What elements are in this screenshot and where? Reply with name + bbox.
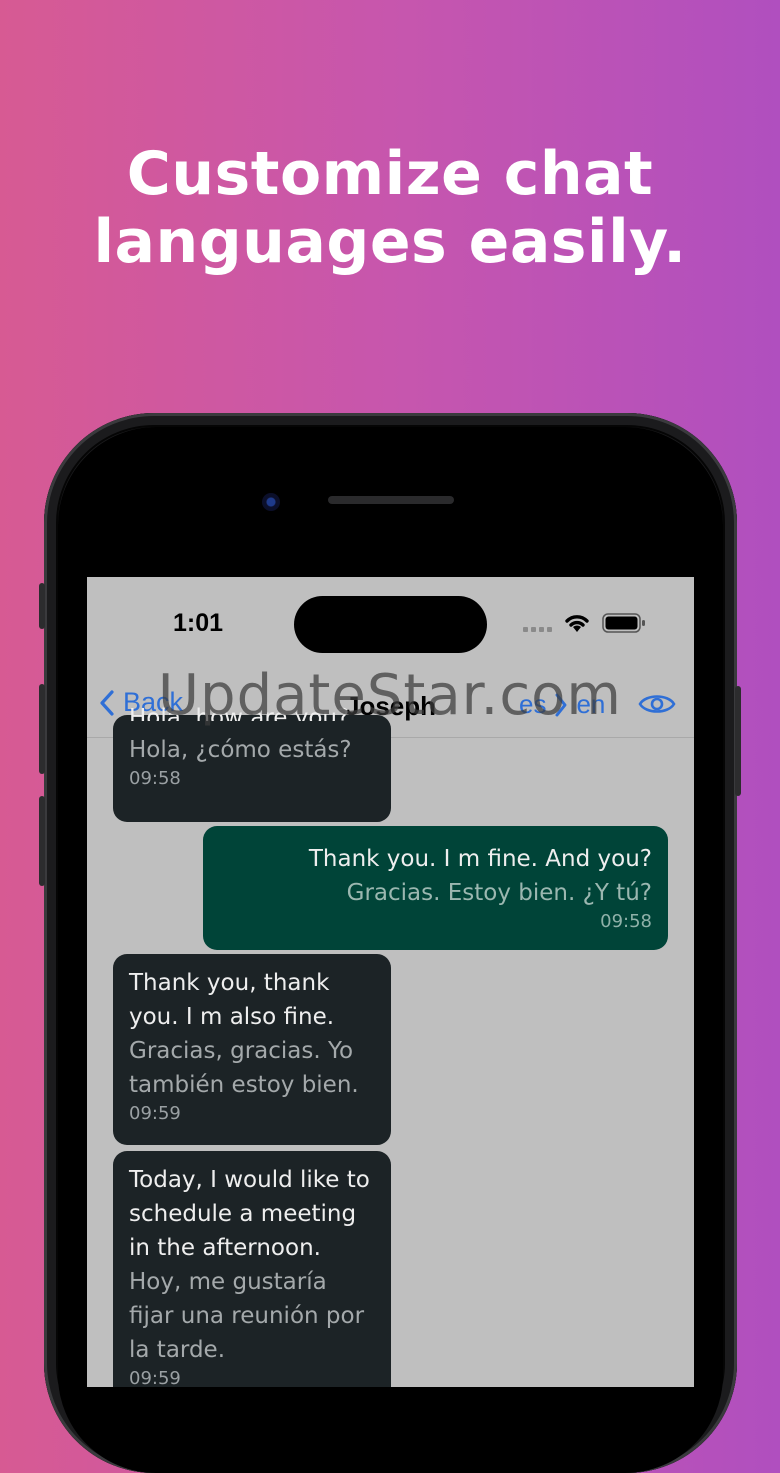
headline: Customize chat languages easily. [0,140,780,276]
chevron-right-icon [555,693,567,716]
cellular-signal-icon [523,627,552,632]
side-button-volume-up [39,684,45,774]
message-translated-text: Gracias. Estoy bien. ¿Y tú? [346,880,652,906]
message-timestamp: 09:59 [129,1103,181,1124]
earpiece-speaker [328,496,454,504]
message-outgoing[interactable]: Thank you. I m fine. And you? Gracias. E… [203,826,668,950]
message-timestamp: 09:58 [600,911,652,932]
status-time: 1:01 [173,609,224,637]
source-language[interactable]: es [519,689,546,720]
language-switch[interactable]: es en [519,689,605,720]
chat-screen: 1:01 Back Joseph es en Hola, how are you… [87,577,694,1387]
message-translated-text: Hoy, me gustaría fijar una reunión por l… [129,1269,365,1363]
side-button-mute [39,583,45,629]
message-timestamp: 09:59 [129,1368,181,1387]
side-button-volume-down [39,796,45,886]
battery-icon [602,613,645,633]
message-original-text: Thank you, thank you. I m also fine. [129,970,335,1030]
headline-line-1: Customize chat [126,139,654,209]
wifi-icon [565,615,589,632]
message-original-text: Thank you. I m fine. And you? [308,846,652,872]
message-original-text: Today, I would like to schedule a meetin… [129,1167,370,1261]
side-button-power [735,686,741,796]
message-incoming[interactable]: Hola, how are you? Hola, ¿cómo estás? 09… [113,705,391,822]
target-language[interactable]: en [576,689,605,720]
message-timestamp: 09:58 [129,768,181,789]
message-translated-text: Hola, ¿cómo estás? [129,737,352,763]
dynamic-island [294,596,487,653]
headline-line-2: languages easily. [93,207,687,277]
message-incoming[interactable]: Thank you, thank you. I m also fine. Gra… [113,954,391,1145]
front-camera-icon [262,493,280,511]
message-original-text: Hola, how are you? [129,705,350,721]
message-translated-text: Gracias, gracias. Yo también estoy bien. [129,1038,359,1098]
eye-icon[interactable] [638,691,676,717]
message-incoming[interactable]: Today, I would like to schedule a meetin… [113,1151,391,1387]
